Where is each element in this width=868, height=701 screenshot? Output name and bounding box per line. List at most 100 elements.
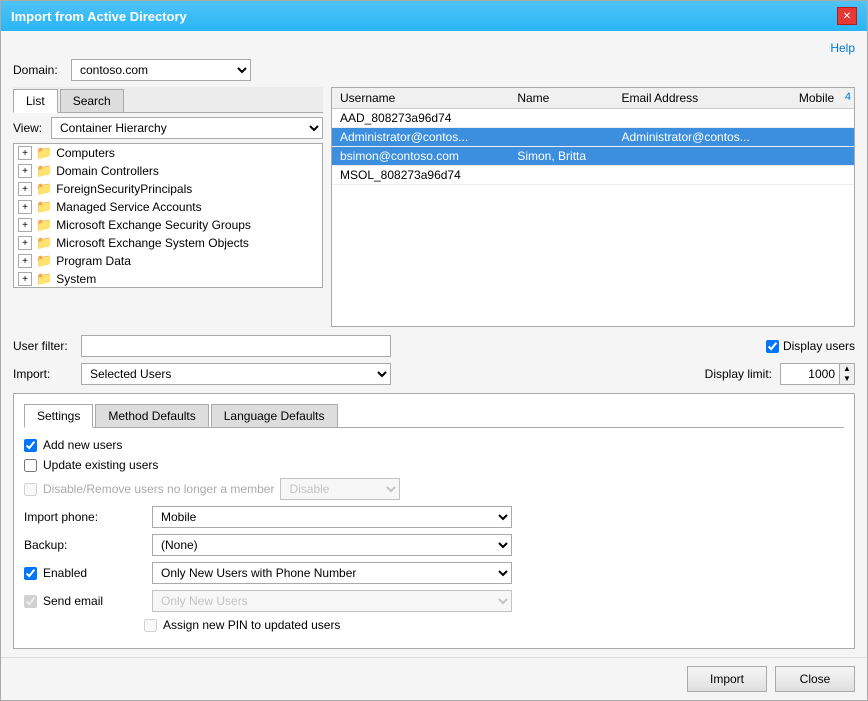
add-new-users-checkbox[interactable] (24, 439, 37, 452)
enabled-select[interactable]: Only New Users with Phone Number (152, 562, 512, 584)
import-select[interactable]: Selected Users (81, 363, 391, 385)
enabled-row: Enabled Only New Users with Phone Number (24, 562, 844, 584)
spin-down-button[interactable]: ▼ (840, 374, 854, 384)
help-link[interactable]: Help (13, 39, 855, 59)
close-button-footer[interactable]: Close (775, 666, 855, 692)
table-row[interactable]: AAD_808273a96d74 (332, 109, 854, 128)
view-label: View: (13, 121, 43, 135)
update-existing-label: Update existing users (43, 458, 158, 472)
limit-spinner: ▲ ▼ (780, 363, 855, 385)
tree-label-computers: Computers (56, 146, 115, 160)
update-existing-checkbox[interactable] (24, 459, 37, 472)
user-filter-input[interactable] (81, 335, 391, 357)
tab-settings[interactable]: Settings (24, 404, 93, 428)
expand-icon-managed-service[interactable]: + (18, 200, 32, 214)
add-new-users-row: Add new users (24, 438, 844, 452)
expand-icon-domain-controllers[interactable]: + (18, 164, 32, 178)
send-email-select[interactable]: Only New Users (152, 590, 512, 612)
user-table: Username Name Email Address Mobile AAD_8… (332, 88, 854, 185)
row-count: 4 (845, 91, 851, 103)
folder-icon-domain-controllers: 📁 (36, 163, 52, 179)
right-panel-wrapper: 4 Username Name Email Address Mobile (331, 87, 855, 327)
spin-buttons: ▲ ▼ (840, 363, 855, 385)
tree-item-managed-service[interactable]: + 📁 Managed Service Accounts (14, 198, 322, 216)
cell-username: MSOL_808273a96d74 (332, 166, 509, 185)
expand-icon-system[interactable]: + (18, 272, 32, 286)
expand-icon-computers[interactable]: + (18, 146, 32, 160)
display-limit-row: Display limit: ▲ ▼ (705, 363, 855, 385)
import-phone-label: Import phone: (24, 510, 144, 524)
tree-item-computers[interactable]: + 📁 Computers (14, 144, 322, 162)
expand-icon-foreign-security[interactable]: + (18, 182, 32, 196)
settings-panel: Settings Method Defaults Language Defaul… (13, 393, 855, 649)
filter-row: User filter: Display users (13, 335, 855, 357)
cell-email: Administrator@contos... (613, 128, 790, 147)
folder-icon-computers: 📁 (36, 145, 52, 161)
col-username: Username (332, 88, 509, 109)
spin-up-button[interactable]: ▲ (840, 364, 854, 374)
display-users-label: Display users (783, 339, 855, 353)
limit-input[interactable] (780, 363, 840, 385)
tree-container[interactable]: + 📁 Computers + 📁 Domain Controllers + 📁… (13, 143, 323, 288)
assign-pin-checkbox[interactable] (144, 619, 157, 632)
right-panel: Username Name Email Address Mobile AAD_8… (331, 87, 855, 327)
cell-mobile (791, 128, 854, 147)
tree-label-foreign-security: ForeignSecurityPrincipals (56, 182, 192, 196)
cell-name (509, 109, 613, 128)
tab-language-defaults[interactable]: Language Defaults (211, 404, 338, 427)
import-button[interactable]: Import (687, 666, 767, 692)
domain-label: Domain: (13, 63, 63, 77)
tree-item-exchange-security[interactable]: + 📁 Microsoft Exchange Security Groups (14, 216, 322, 234)
enabled-label: Enabled (43, 566, 87, 580)
tree-label-exchange-system: Microsoft Exchange System Objects (56, 236, 249, 250)
main-split: List Search View: Container Hierarchy + … (13, 87, 855, 327)
import-phone-select[interactable]: Mobile (152, 506, 512, 528)
expand-icon-exchange-security[interactable]: + (18, 218, 32, 232)
table-row[interactable]: MSOL_808273a96d74 (332, 166, 854, 185)
disable-option-select[interactable]: Disable (280, 478, 400, 500)
enabled-check-group: Enabled (24, 566, 144, 580)
expand-icon-program-data[interactable]: + (18, 254, 32, 268)
close-button[interactable]: ✕ (837, 7, 857, 25)
settings-tabs: Settings Method Defaults Language Defaul… (24, 404, 844, 428)
send-email-checkbox[interactable] (24, 595, 37, 608)
col-name: Name (509, 88, 613, 109)
folder-icon-program-data: 📁 (36, 253, 52, 269)
cell-email (613, 166, 790, 185)
cell-username: Administrator@contos... (332, 128, 509, 147)
dialog-body: Help Domain: contoso.com List Search Vie… (1, 31, 867, 657)
tree-label-program-data: Program Data (56, 254, 131, 268)
tree-item-program-data[interactable]: + 📁 Program Data (14, 252, 322, 270)
expand-icon-exchange-system[interactable]: + (18, 236, 32, 250)
tree-item-system[interactable]: + 📁 System (14, 270, 322, 288)
table-row[interactable]: bsimon@contoso.com Simon, Britta (332, 147, 854, 166)
display-users-checkbox[interactable] (766, 340, 779, 353)
tree-item-exchange-system[interactable]: + 📁 Microsoft Exchange System Objects (14, 234, 322, 252)
cell-name (509, 128, 613, 147)
folder-icon-managed-service: 📁 (36, 199, 52, 215)
send-email-check-group: Send email (24, 594, 144, 608)
domain-row: Domain: contoso.com (13, 59, 855, 81)
view-select[interactable]: Container Hierarchy (51, 117, 323, 139)
cell-email (613, 147, 790, 166)
import-phone-row: Import phone: Mobile (24, 506, 844, 528)
tab-method-defaults[interactable]: Method Defaults (95, 404, 208, 427)
cell-username: bsimon@contoso.com (332, 147, 509, 166)
cell-email (613, 109, 790, 128)
list-search-tabs: List Search (13, 87, 323, 113)
tree-item-foreign-security[interactable]: + 📁 ForeignSecurityPrincipals (14, 180, 322, 198)
domain-select[interactable]: contoso.com (71, 59, 251, 81)
tree-item-domain-controllers[interactable]: + 📁 Domain Controllers (14, 162, 322, 180)
tab-search[interactable]: Search (60, 89, 124, 112)
dialog-footer: Import Close (1, 657, 867, 700)
disable-remove-row: Disable/Remove users no longer a member … (24, 478, 844, 500)
col-email: Email Address (613, 88, 790, 109)
tab-list[interactable]: List (13, 89, 58, 113)
enabled-checkbox[interactable] (24, 567, 37, 580)
disable-remove-checkbox[interactable] (24, 483, 37, 496)
send-email-row: Send email Only New Users (24, 590, 844, 612)
table-row[interactable]: Administrator@contos... Administrator@co… (332, 128, 854, 147)
import-label: Import: (13, 367, 73, 381)
tree-label-managed-service: Managed Service Accounts (56, 200, 201, 214)
backup-select[interactable]: (None) (152, 534, 512, 556)
